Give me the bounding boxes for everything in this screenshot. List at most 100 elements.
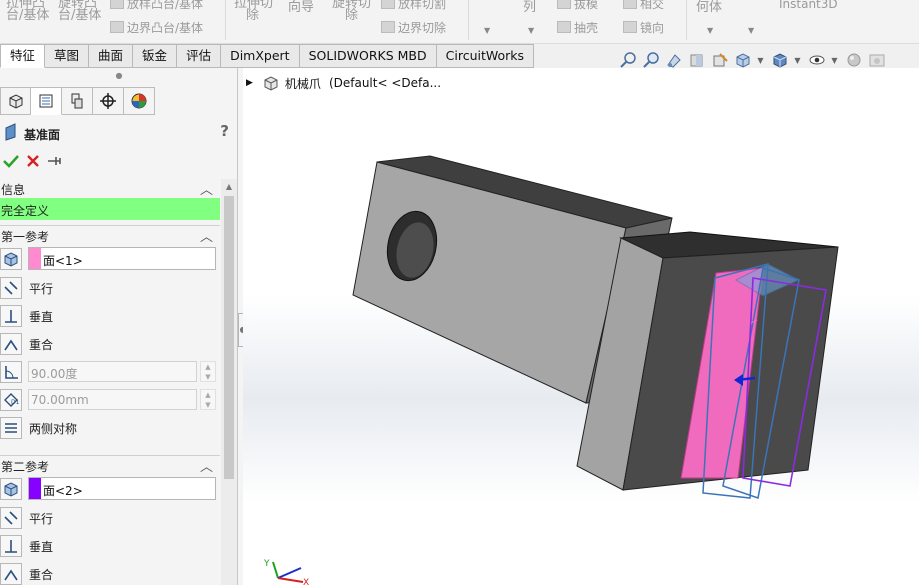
second-reference-selection-text: 面<2> (43, 484, 83, 498)
chevron-down-icon[interactable]: ▼ (484, 26, 490, 35)
revolved-cut-button-line2[interactable]: 除 (345, 9, 358, 23)
shell-label: 抽壳 (574, 21, 599, 35)
chevron-down-icon[interactable]: ▼ (748, 26, 754, 35)
3d-model[interactable] (243, 68, 919, 585)
featuremanager-tab[interactable] (0, 87, 31, 115)
zoom-to-fit-icon[interactable] (618, 51, 637, 70)
face-selection-icon (0, 248, 22, 270)
hide-show-icon[interactable] (807, 51, 826, 70)
parallel-icon (0, 277, 22, 299)
angle-value: 90.00度 (31, 367, 78, 381)
chevron-down-icon[interactable]: ▼ (756, 51, 765, 70)
graphics-area[interactable]: ▶ 机械爪 (Default< <Defa... Y X (243, 68, 919, 585)
mirror-button[interactable]: 镜向 (623, 21, 664, 35)
chevron-down-icon[interactable]: ▼ (830, 51, 839, 70)
second-reference-selection-box[interactable]: 面<2> (28, 477, 216, 500)
chevron-up-icon[interactable]: ︿ (200, 179, 213, 198)
tab-features[interactable]: 特征 (0, 44, 46, 68)
revolved-boss-button-line2[interactable]: 台/基体 (58, 9, 101, 23)
instant3d-button[interactable]: Instant3D (779, 0, 838, 11)
boundary-cut-button[interactable]: 边界切除 (381, 21, 446, 35)
distance-input[interactable]: 70.00mm (28, 389, 197, 410)
chevron-up-icon[interactable]: ︿ (200, 456, 213, 475)
tab-evaluate[interactable]: 评估 (177, 44, 222, 68)
second-reference-perpendicular-option[interactable]: 垂直 (0, 532, 220, 558)
first-reference-symmetric-option[interactable]: 两侧对称 (0, 414, 220, 440)
perpendicular-label: 垂直 (29, 310, 54, 324)
keep-visible-button[interactable] (44, 151, 66, 171)
panel-grip[interactable]: ● (0, 68, 238, 85)
propertymanager-tab[interactable] (31, 87, 62, 115)
extruded-boss-button-line2[interactable]: 台/基体 (6, 9, 49, 23)
boundary-boss-button[interactable]: 边界凸台/基体 (110, 21, 203, 35)
tab-sketch[interactable]: 草图 (45, 44, 90, 68)
chevron-down-icon[interactable]: ▼ (528, 26, 534, 35)
checkmark-icon (3, 155, 19, 168)
angle-input[interactable]: 90.00度 (28, 361, 197, 382)
first-reference-coincident-option[interactable]: 重合 (0, 330, 220, 356)
mirror-icon (623, 21, 637, 33)
distance-value: 70.00mm (31, 393, 89, 407)
scrollbar-thumb[interactable] (224, 196, 234, 479)
edit-appearance-icon[interactable] (844, 51, 863, 70)
previous-view-icon[interactable] (664, 51, 683, 70)
second-reference-parallel-option[interactable]: 平行 (0, 504, 220, 530)
perpendicular-label: 垂直 (29, 540, 54, 554)
perpendicular-icon (0, 535, 22, 557)
chevron-up-icon[interactable]: ︿ (200, 226, 213, 245)
cancel-button[interactable] (22, 151, 44, 171)
draft-button[interactable]: 拔模 (557, 0, 598, 11)
lofted-cut-button[interactable]: 放样切割 (381, 0, 446, 11)
boundary-cut-icon (381, 21, 395, 33)
second-reference-header[interactable]: 第二参考 ︿ (0, 455, 220, 475)
section-view-icon[interactable] (687, 51, 706, 70)
intersect-button[interactable]: 相交 (623, 0, 664, 11)
ok-button[interactable] (0, 151, 22, 171)
second-reference-coincident-option[interactable]: 重合 (0, 560, 220, 585)
view-orientation-icon[interactable] (733, 51, 752, 70)
extruded-cut-button-line2[interactable]: 除 (246, 9, 259, 23)
perpendicular-icon (0, 305, 22, 327)
message-group-header[interactable]: 信息 ︿ (0, 179, 220, 198)
intersect-icon (623, 0, 637, 9)
dimxpert-tab[interactable] (93, 87, 124, 115)
display-style-icon[interactable] (770, 51, 789, 70)
lofted-boss-button[interactable]: 放样凸台/基体 (110, 0, 203, 11)
chevron-down-icon[interactable]: ▼ (707, 26, 713, 35)
lofted-cut-label: 放样切割 (398, 0, 447, 11)
scroll-up-arrow[interactable]: ▲ (221, 179, 237, 195)
angle-icon[interactable] (0, 361, 22, 383)
tab-circuitworks[interactable]: CircuitWorks (436, 44, 535, 68)
second-reference-title: 第二参考 (1, 460, 50, 474)
first-reference-selection-box[interactable]: 面<1> (28, 247, 216, 270)
first-reference-header[interactable]: 第一参考 ︿ (0, 225, 220, 245)
tab-dimxpert[interactable]: DimXpert (221, 44, 300, 68)
chevron-down-icon[interactable]: ▼ (793, 51, 802, 70)
apply-scene-icon[interactable] (867, 51, 886, 70)
distance-spinner[interactable]: ▲ ▼ (200, 389, 216, 410)
loft-cut-icon (381, 0, 395, 9)
display-manager-tab[interactable] (124, 87, 155, 115)
angle-spinner[interactable]: ▲ ▼ (200, 361, 216, 382)
offset-distance-icon[interactable]: D1 (0, 389, 22, 411)
parallel-label: 平行 (29, 282, 54, 296)
shell-button[interactable]: 抽壳 (557, 21, 598, 35)
z-axis (277, 567, 302, 579)
configurationmanager-tab[interactable] (62, 87, 93, 115)
panel-scrollbar[interactable]: ▲ (221, 179, 237, 585)
help-button[interactable]: ? (220, 122, 229, 140)
tab-solidworks-mbd[interactable]: SOLIDWORKS MBD (299, 44, 437, 68)
dynamic-annotation-icon[interactable] (710, 51, 729, 70)
reference-geometry-button[interactable]: 何体 (696, 1, 722, 15)
first-reference-parallel-option[interactable]: 平行 (0, 274, 220, 300)
pattern-button[interactable]: 列 (523, 1, 536, 15)
zoom-area-icon[interactable] (641, 51, 660, 70)
coincident-label: 重合 (29, 338, 54, 352)
hole-wizard-button[interactable]: 向导 (288, 1, 314, 15)
configurationmanager-icon (71, 93, 83, 109)
face-selection-icon (0, 478, 22, 500)
tab-sheet-metal[interactable]: 钣金 (133, 44, 178, 68)
tab-surfaces[interactable]: 曲面 (89, 44, 134, 68)
first-reference-perpendicular-option[interactable]: 垂直 (0, 302, 220, 328)
shell-icon (557, 21, 571, 33)
